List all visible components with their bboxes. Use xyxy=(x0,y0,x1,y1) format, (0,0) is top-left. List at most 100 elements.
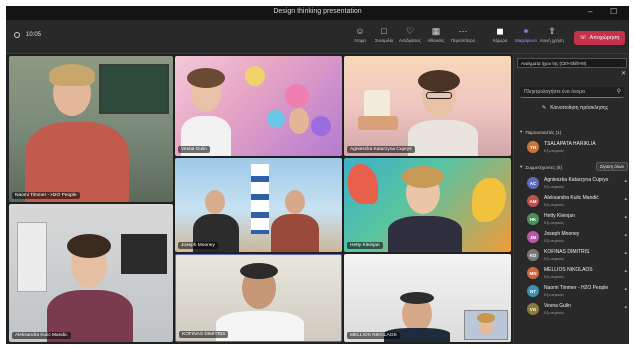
participant-row[interactable]: AC Agnieszka Katarzyna Cuprys Εξωτερικός… xyxy=(520,176,628,192)
tile-name: Vesna Gulin xyxy=(178,146,210,153)
participant-hair xyxy=(240,263,278,279)
more-icon: ⋯ xyxy=(458,26,468,36)
tile-name: Agnieszka Katarzyna Cuprys xyxy=(347,146,415,153)
avatar: NT xyxy=(527,285,539,297)
participant-row[interactable]: MN MELLIOS NIKOLAOS Εξωτερικός ⚭ xyxy=(520,266,628,282)
participant-face xyxy=(205,190,225,214)
mic-off-icon: ⚭ xyxy=(623,233,628,239)
participant-name: Hetty Kleinjan xyxy=(544,213,575,219)
participant-body xyxy=(388,216,462,252)
search-icon: ⚲ xyxy=(616,89,621,95)
presenters-section-header[interactable]: ▾ Παρουσιαστές (1) xyxy=(520,129,561,135)
background-leaf xyxy=(348,164,378,204)
tile-name: Joseph Mooney xyxy=(178,242,218,249)
attendees-header-label: Συμμετέχοντες (8) xyxy=(525,164,562,170)
mute-tooltip: Ανοίγματα ήχου της (Ctrl+Shift+M) xyxy=(517,58,627,68)
participant-row[interactable]: KD KOFINAS DIMITRIS Εξωτερικός ⚭ xyxy=(520,248,628,264)
meeting-toolbar: 10:05 ☺ Άτομα □ Συνομιλία ♡ Αντιδράσεις … xyxy=(6,20,629,54)
participants-panel: Ανοίγματα ήχου της (Ctrl+Shift+M) ✕ Πληκ… xyxy=(513,54,629,344)
share-button[interactable]: ⇧ Κοινή χρήση xyxy=(536,25,568,51)
shield-icon xyxy=(14,32,20,38)
participant-role: Εξωτερικός xyxy=(544,256,565,261)
background-leaf xyxy=(472,178,506,222)
maximize-button[interactable]: ☐ xyxy=(610,7,617,16)
video-grid: Naomi Timmer - H2O People Vesna Gulin Ag… xyxy=(6,54,513,344)
mic-off-icon: ⚭ xyxy=(623,215,628,221)
participant-role: Εξωτερικός xyxy=(544,220,565,225)
participant-hair xyxy=(67,234,111,258)
avatar: TH xyxy=(527,141,539,153)
window-title: Design thinking presentation xyxy=(273,8,362,15)
phone-icon: ☏ xyxy=(579,35,587,41)
self-view-thumbnail[interactable] xyxy=(464,310,508,340)
participant-row[interactable]: TH TSALAPATA HARIKLIA Εξωτερικός xyxy=(520,140,628,156)
video-tile[interactable]: Hetty Kleinjan xyxy=(344,158,511,252)
minimize-button[interactable]: – xyxy=(588,7,592,16)
background-cake xyxy=(358,116,398,130)
participant-hair xyxy=(187,68,225,88)
share-invite-label: Κοινοποίηση πρόσκλησης xyxy=(550,105,609,111)
mute-all-button[interactable]: Σίγαση όλων xyxy=(596,162,628,171)
participant-name: Joseph Mooney xyxy=(544,231,580,237)
tile-name: KOFINAS DIMITRIS xyxy=(179,331,229,338)
avatar: VG xyxy=(527,303,539,315)
video-tile[interactable]: Joseph Mooney xyxy=(175,158,342,252)
attendees-section-header[interactable]: ▾ Συμμετέχοντες (8) xyxy=(520,164,562,170)
participant-role: Εξωτερικός xyxy=(544,148,565,153)
video-tile[interactable]: Vesna Gulin xyxy=(175,56,342,156)
participant-role: Εξωτερικός xyxy=(544,238,565,243)
participant-hair xyxy=(477,313,495,323)
meeting-timer: 10:05 xyxy=(14,32,41,38)
tile-name: Aleksandra Kulic Mandic xyxy=(12,332,71,339)
participant-row[interactable]: VG Vesna Gulin Εξωτερικός ⚭ xyxy=(520,302,628,318)
background-monitor xyxy=(121,234,167,274)
more-button[interactable]: ⋯ Περισσότερα xyxy=(447,25,479,51)
share-icon: ⇧ xyxy=(548,26,556,36)
mic-off-icon: ⚭ xyxy=(623,305,628,311)
glasses xyxy=(426,92,452,99)
avatar: JM xyxy=(527,231,539,243)
participant-name: Vesna Gulin xyxy=(544,303,571,309)
leave-button[interactable]: ☏ Αποχώρηση xyxy=(574,31,625,45)
close-icon[interactable]: ✕ xyxy=(621,70,626,77)
video-tile[interactable]: KOFINAS DIMITRIS xyxy=(175,254,342,342)
participant-row[interactable]: NT Naomi Timmer - H2O People Εξωτερικός … xyxy=(520,284,628,300)
participant-row[interactable]: AM Aleksandra Kulic Mandić Εξωτερικός ⚭ xyxy=(520,194,628,210)
background-door xyxy=(17,222,47,292)
presenters-header-label: Παρουσιαστές (1) xyxy=(525,129,562,135)
share-label: Κοινή χρήση xyxy=(540,38,564,43)
video-tile[interactable]: Aleksandra Kulic Mandic xyxy=(9,204,173,342)
participant-name: TSALAPATA HARIKLIA xyxy=(544,141,596,147)
participant-row[interactable]: HK Hetty Kleinjan Εξωτερικός ⚭ xyxy=(520,212,628,228)
more-label: Περισσότερα xyxy=(451,38,475,43)
search-placeholder: Πληκτρολογήστε ένα όνομα xyxy=(524,89,585,95)
wall-board xyxy=(99,64,169,114)
avatar: HK xyxy=(527,213,539,225)
title-bar: Design thinking presentation – ☐ xyxy=(6,6,629,20)
participant-role: Εξωτερικός xyxy=(544,184,565,189)
participant-name: Naomi Timmer - H2O People xyxy=(544,285,609,291)
teams-window: Design thinking presentation – ☐ 10:05 ☺… xyxy=(6,6,629,344)
participant-name: KOFINAS DIMITRIS xyxy=(544,249,590,255)
video-tile[interactable]: MELLIOS NIKOLAOS xyxy=(344,254,511,342)
participant-hair xyxy=(402,166,444,188)
participant-body xyxy=(408,120,478,156)
mic-off-icon: ⚭ xyxy=(623,287,628,293)
share-invite-button[interactable]: ✎ Κοινοποίηση πρόσκλησης xyxy=(542,105,608,111)
chevron-down-icon: ▾ xyxy=(520,129,523,134)
participant-name: Agnieszka Katarzyna Cuprys xyxy=(544,177,609,183)
avatar: AC xyxy=(527,177,539,189)
background-lighthouse xyxy=(251,164,269,234)
video-tile[interactable]: Naomi Timmer - H2O People xyxy=(9,56,173,202)
tile-name: Naomi Timmer - H2O People xyxy=(12,192,80,199)
participant-name: MELLIOS NIKOLAOS xyxy=(544,267,593,273)
participant-search-input[interactable]: Πληκτρολογήστε ένα όνομα ⚲ xyxy=(520,87,624,98)
participant-row[interactable]: JM Joseph Mooney Εξωτερικός ⚭ xyxy=(520,230,628,246)
video-tile[interactable]: Agnieszka Katarzyna Cuprys xyxy=(344,56,511,156)
participant-body xyxy=(216,311,304,341)
invite-icon: ✎ xyxy=(542,105,547,111)
tile-name: MELLIOS NIKOLAOS xyxy=(347,332,400,339)
participant-body xyxy=(25,122,129,202)
participant-face xyxy=(285,190,305,214)
chevron-down-icon: ▾ xyxy=(520,164,523,169)
